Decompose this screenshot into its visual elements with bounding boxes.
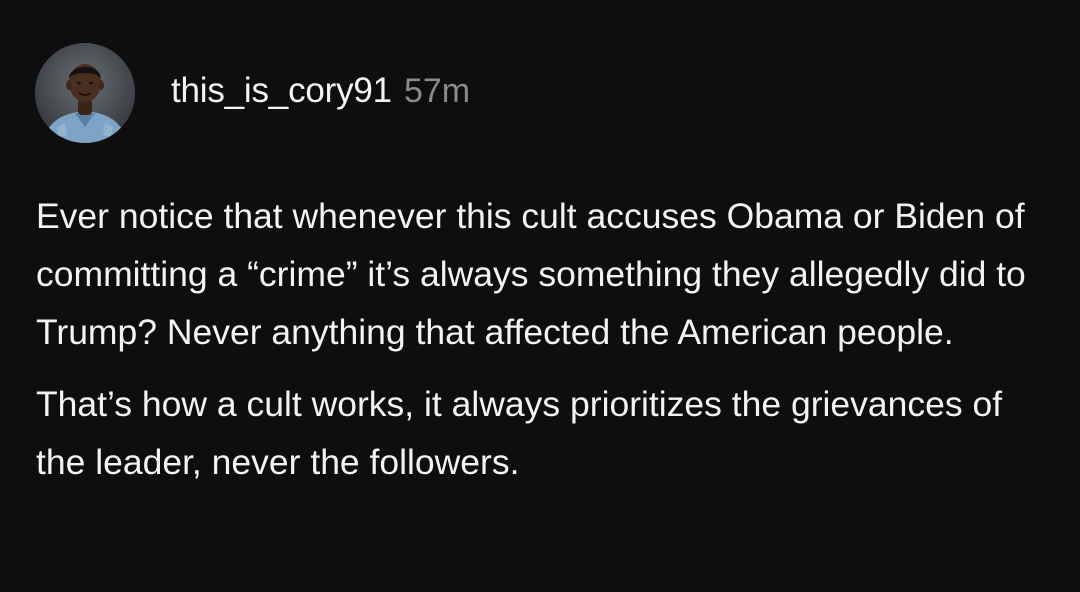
post-paragraph: That’s how a cult works, it always prior… [36, 384, 1003, 482]
username-link[interactable]: this_is_cory91 [171, 71, 392, 111]
avatar[interactable] [35, 43, 135, 143]
profile-photo-icon [35, 43, 135, 143]
post-body: Ever notice that whenever this cult accu… [36, 187, 1046, 491]
post-paragraph: Ever notice that whenever this cult accu… [36, 196, 1026, 352]
post-timestamp: 57m [403, 72, 471, 110]
post-header: this_is_cory91 57m [35, 43, 470, 143]
thread-post: this_is_cory91 57m Ever notice that when… [0, 0, 1080, 592]
name-row: this_is_cory91 57m [171, 71, 470, 111]
